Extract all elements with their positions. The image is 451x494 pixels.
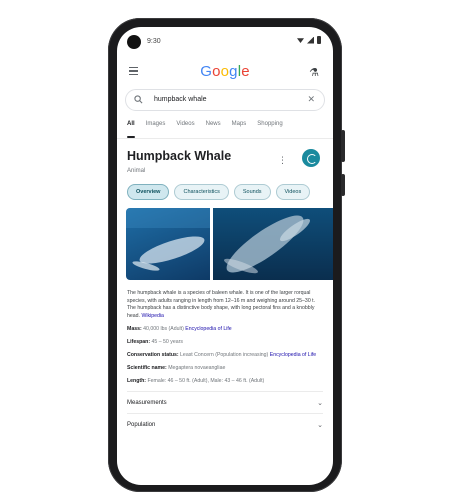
knowledge-panel-subtitle: Animal: [127, 168, 146, 174]
search-icon: [134, 95, 143, 104]
labs-icon[interactable]: ⚗: [309, 66, 319, 79]
fact-row: Length: Female: 46 – 50 ft. (Adult), Mal…: [127, 378, 323, 385]
status-bar: 9:30: [117, 27, 333, 57]
tab-shopping[interactable]: Shopping: [257, 121, 282, 138]
fact-list: Mass: 40,000 lbs (Adult) Encyclopedia of…: [117, 320, 333, 385]
front-camera: [127, 35, 141, 49]
tab-videos[interactable]: Videos: [176, 121, 194, 138]
expander-list: Measurements ⌄ Population ⌄: [117, 391, 333, 435]
description-source-link[interactable]: Wikipedia: [141, 313, 164, 319]
chip-characteristics[interactable]: Characteristics: [174, 184, 229, 200]
chip-sounds[interactable]: Sounds: [233, 184, 271, 200]
fact-row: Conservation status: Least Concern (Popu…: [127, 352, 323, 359]
fact-row: Lifespan: 45 – 50 years: [127, 339, 323, 346]
clear-icon[interactable]: ✕: [307, 94, 315, 105]
expander-label: Population: [127, 421, 156, 428]
logo-letter: o: [212, 63, 221, 80]
status-time: 9:30: [147, 38, 161, 45]
topic-chips: Overview Characteristics Sounds Videos: [117, 174, 333, 200]
fact-value: Least Concern (Population increasing): [180, 352, 270, 359]
tab-news[interactable]: News: [206, 121, 221, 138]
fact-row: Scientific name: Megaptera novaeangliae: [127, 365, 323, 372]
fact-label: Lifespan:: [127, 339, 152, 346]
logo-letter: g: [229, 63, 238, 80]
fact-label: Scientific name:: [127, 365, 169, 372]
signal-icon: [307, 36, 314, 44]
logo-letter: e: [241, 63, 250, 80]
fact-label: Length:: [127, 378, 148, 385]
volume-button: [341, 130, 345, 162]
more-vert-icon[interactable]: ⋮: [278, 155, 287, 166]
fact-row: Mass: 40,000 lbs (Adult) Encyclopedia of…: [127, 326, 323, 333]
expander-measurements[interactable]: Measurements ⌄: [127, 391, 323, 413]
chevron-down-icon: ⌄: [317, 421, 323, 429]
google-logo[interactable]: Google: [117, 63, 333, 80]
chevron-down-icon: ⌄: [317, 399, 323, 407]
description: The humpback whale is a species of balee…: [117, 280, 333, 320]
fact-source-link[interactable]: Encyclopedia of Life: [185, 326, 231, 332]
whale-image-1[interactable]: [126, 208, 210, 280]
tab-all[interactable]: All: [127, 121, 135, 138]
fact-value: 45 – 50 years: [151, 339, 183, 346]
fact-value: Megaptera novaeangliae: [168, 365, 226, 372]
app-bar: Google ⚗: [117, 57, 333, 87]
fact-label: Mass:: [127, 326, 144, 333]
knowledge-panel-header: Humpback Whale Animal ⋮: [117, 139, 333, 174]
logo-letter: G: [200, 63, 213, 80]
share-button[interactable]: [302, 149, 320, 167]
status-icons: [297, 36, 321, 44]
phone-screen: 9:30 Google ⚗ humpback whale ✕ All Images…: [117, 27, 333, 485]
fact-value: Female: 46 – 50 ft. (Adult), Male: 43 – …: [147, 378, 265, 385]
knowledge-panel-title: Humpback Whale: [127, 149, 232, 163]
search-tabs: All Images Videos News Maps Shopping: [117, 111, 333, 139]
tab-maps[interactable]: Maps: [232, 121, 247, 138]
search-bar[interactable]: humpback whale ✕: [125, 89, 325, 111]
whale-image-2[interactable]: [213, 208, 333, 280]
wifi-icon: [297, 38, 304, 43]
fact-value: 40,000 lbs (Adult): [143, 326, 186, 333]
fact-source-link[interactable]: Encyclopedia of Life: [270, 352, 316, 358]
search-input[interactable]: humpback whale: [154, 96, 207, 103]
chip-overview[interactable]: Overview: [127, 184, 170, 200]
fact-label: Conservation status:: [127, 352, 181, 359]
expander-population[interactable]: Population ⌄: [127, 413, 323, 435]
chip-videos[interactable]: Videos: [275, 184, 311, 200]
power-button: [341, 174, 345, 196]
expander-label: Measurements: [127, 399, 167, 406]
battery-icon: [317, 36, 321, 44]
tab-images[interactable]: Images: [146, 121, 166, 138]
logo-letter: o: [220, 63, 230, 80]
stage: 9:30 Google ⚗ humpback whale ✕ All Images…: [0, 0, 451, 494]
image-strip: [126, 208, 333, 280]
